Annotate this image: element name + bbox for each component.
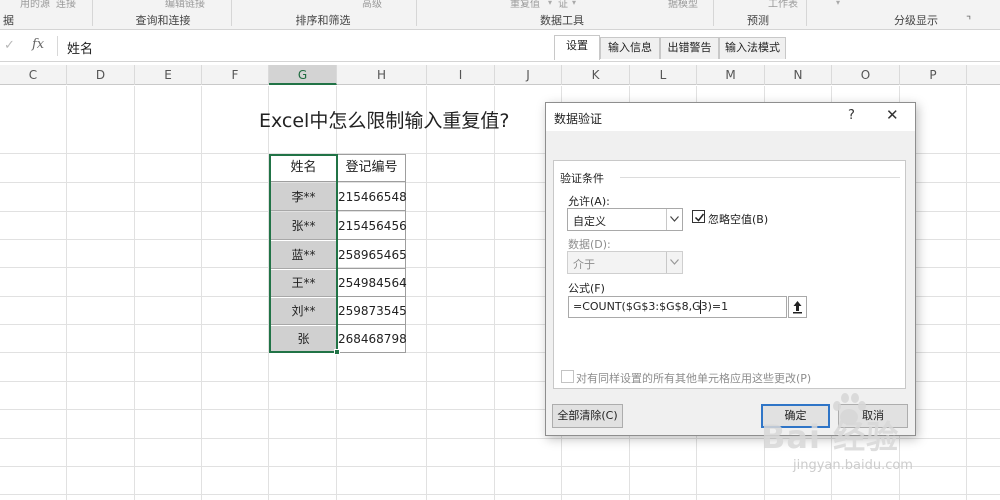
column-header-i[interactable]: I [427, 65, 495, 85]
chevron-down-icon [666, 252, 682, 273]
dropdown-arrow-icon[interactable]: ▾ [572, 0, 576, 7]
data-select: 介于 [567, 251, 683, 274]
formula-field[interactable]: =COUNT($G$3:$G$8,G3)=1 [568, 296, 787, 318]
clear-all-button[interactable]: 全部清除(C) [552, 404, 623, 428]
cell-name[interactable]: 张 [270, 326, 337, 352]
formula-input[interactable]: 姓名 [67, 38, 93, 57]
ribbon-group-outline: 分级显示 [894, 14, 938, 27]
allow-select-value: 自定义 [573, 215, 606, 228]
column-header-m[interactable]: M [697, 65, 765, 85]
column-header-n[interactable]: N [765, 65, 832, 85]
ribbon-group-sort-filter: 排序和筛选 [295, 14, 351, 27]
column-header-h[interactable]: H [337, 65, 427, 85]
ribbon: 据 用的源 连接 编辑链接 查询和连接 高级 排序和筛选 重复值 ▾ 证 ▾ 据… [0, 0, 1000, 30]
chevron-down-icon[interactable] [666, 209, 682, 230]
allow-select[interactable]: 自定义 [567, 208, 683, 231]
cell-reg-no[interactable]: 215466548 [338, 183, 407, 211]
apply-all-checkbox [561, 370, 574, 383]
column-header-c[interactable]: C [0, 65, 67, 85]
data-select-value: 介于 [573, 258, 595, 271]
ok-button[interactable]: 确定 [761, 404, 830, 428]
formula-label: 公式(F) [568, 282, 605, 295]
cell-reg-no[interactable]: 259873545 [338, 298, 407, 325]
ribbon-cut-text[interactable]: 证 [558, 0, 568, 10]
formula-value: =COUNT($G$3:$G$8,G3)=1 [573, 300, 729, 313]
cell-reg-no[interactable]: 258965465 [338, 241, 407, 269]
cell-name[interactable]: 刘** [270, 298, 337, 325]
excel-window: 据 用的源 连接 编辑链接 查询和连接 高级 排序和筛选 重复值 ▾ 证 ▾ 据… [0, 0, 1000, 500]
ignore-blank-checkbox[interactable] [692, 210, 705, 223]
formula-bar-separator [57, 36, 58, 56]
range-select-icon [793, 301, 802, 314]
column-header-o[interactable]: O [832, 65, 900, 85]
grid-line [0, 494, 1000, 495]
ribbon-cut-text[interactable]: 高级 [362, 0, 382, 10]
grid-line [0, 438, 1000, 439]
ignore-blank-label[interactable]: 忽略空值(B) [708, 211, 768, 227]
cell-name[interactable]: 张** [270, 212, 337, 240]
group-divider [620, 177, 900, 178]
ribbon-group-query-connections: 查询和连接 [135, 14, 191, 27]
dialog-launcher-icon[interactable]: ⌝ [966, 14, 971, 27]
ribbon-group-data-tools: 数据工具 [540, 14, 584, 27]
data-label: 数据(D): [568, 238, 611, 251]
ribbon-separator [92, 0, 93, 26]
collapse-dialog-button[interactable] [788, 296, 807, 318]
column-header-d[interactable]: D [67, 65, 135, 85]
dialog-title: 数据验证 [554, 112, 603, 126]
insert-function-button[interactable]: fx [32, 37, 44, 52]
cell-reg-no[interactable]: 215456456 [338, 212, 407, 240]
column-header-l[interactable]: L [630, 65, 697, 85]
ribbon-cut-text[interactable]: 工作表 [768, 0, 798, 10]
ribbon-group-forecast: 预测 [747, 14, 769, 27]
cell-name[interactable]: 李** [270, 183, 337, 211]
help-button[interactable]: ? [848, 108, 855, 123]
column-header-e[interactable]: E [135, 65, 202, 85]
tab-settings[interactable]: 设置 [554, 35, 600, 60]
fill-handle[interactable] [334, 349, 340, 355]
ribbon-cut-text[interactable]: 连接 [56, 0, 76, 10]
column-header-k[interactable]: K [562, 65, 630, 85]
ribbon-cut-text[interactable]: 用的源 [20, 0, 50, 10]
sheet-title[interactable]: Excel中怎么限制输入重复值? [259, 106, 509, 133]
ribbon-separator [416, 0, 417, 26]
cell-name[interactable]: 蓝** [270, 241, 337, 269]
cancel-button[interactable]: 取消 [838, 404, 908, 428]
ribbon-separator [806, 0, 807, 26]
dialog-titlebar[interactable]: 数据验证 ? ✕ [546, 103, 915, 131]
apply-all-label: 对有同样设置的所有其他单元格应用这些更改(P) [576, 372, 812, 385]
ribbon-separator [231, 0, 232, 26]
allow-label: 允许(A): [568, 195, 610, 208]
column-header-j[interactable]: J [495, 65, 562, 85]
ribbon-cut-text[interactable]: 编辑链接 [165, 0, 205, 10]
text-caret [700, 300, 701, 314]
ribbon-cut-text[interactable]: 据模型 [668, 0, 698, 10]
ribbon-cut-text[interactable]: 重复值 [510, 0, 540, 10]
formula-bar: ✓ fx 姓名 [0, 31, 1000, 62]
grid-line [0, 466, 1000, 467]
column-header-f[interactable]: F [202, 65, 269, 85]
ribbon-left-edge-text: 据 [3, 14, 14, 27]
header-reg-no[interactable]: 登记编号 [338, 154, 405, 182]
ribbon-separator [713, 0, 714, 26]
dropdown-arrow-icon[interactable]: ▾ [548, 0, 552, 7]
tab-input-message[interactable]: 输入信息 [600, 37, 660, 59]
checkmark-icon [694, 213, 705, 222]
column-header-g[interactable]: G [269, 65, 337, 85]
column-headers: C D E F G H I J K L M N O P [0, 65, 1000, 85]
cell-reg-no[interactable]: 254984564 [338, 270, 407, 297]
dropdown-arrow-icon[interactable]: ▾ [836, 0, 840, 7]
tab-ime-mode[interactable]: 输入法模式 [719, 37, 786, 59]
cell-name[interactable]: 王** [270, 270, 337, 297]
tab-error-alert[interactable]: 出错警告 [660, 37, 719, 59]
validation-criteria-label: 验证条件 [560, 172, 604, 185]
cell-reg-no[interactable]: 268468798 [338, 326, 407, 352]
column-header-p[interactable]: P [900, 65, 967, 85]
enter-check-icon[interactable]: ✓ [4, 38, 15, 53]
close-button[interactable]: ✕ [886, 106, 899, 124]
header-name[interactable]: 姓名 [270, 154, 337, 182]
